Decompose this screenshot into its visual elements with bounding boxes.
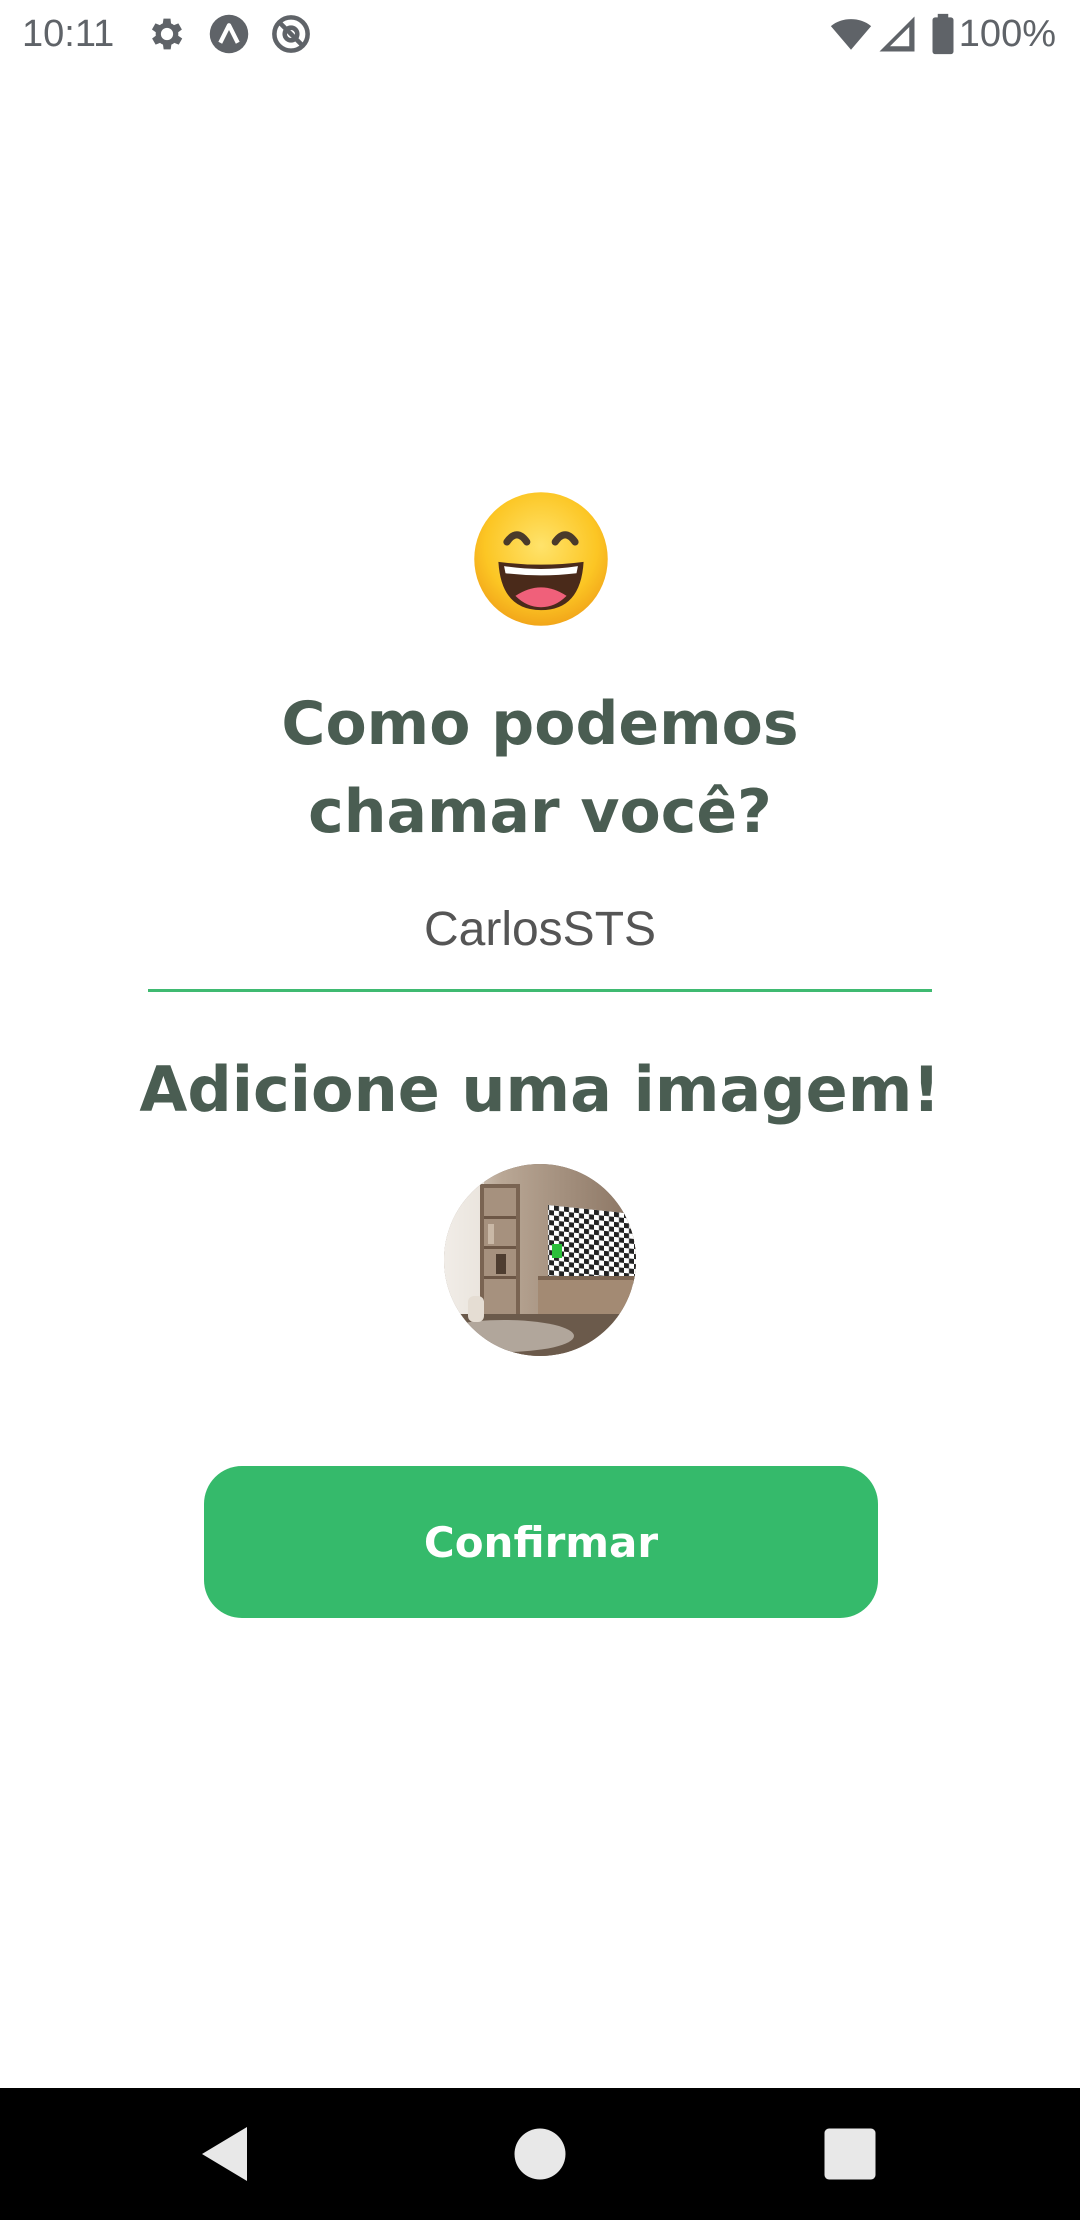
recents-icon[interactable] xyxy=(814,2118,886,2190)
home-icon[interactable] xyxy=(504,2118,576,2190)
page-title: Como podemos chamar você? xyxy=(0,680,1080,856)
battery-level: 100% xyxy=(958,13,1056,55)
confirm-button[interactable]: Confirmar xyxy=(204,1466,878,1618)
at-sign-icon xyxy=(272,15,310,53)
status-bar: 10:11 100% xyxy=(0,0,1080,68)
title-line-2: chamar você? xyxy=(308,777,772,847)
back-icon[interactable] xyxy=(190,2118,262,2190)
gear-icon xyxy=(151,18,183,50)
image-heading: Adicione uma imagem! xyxy=(139,1053,941,1126)
wifi-icon xyxy=(830,19,872,50)
grinning-face-icon xyxy=(474,492,608,626)
title-line-1: Como podemos xyxy=(281,689,799,759)
avatar-image[interactable] xyxy=(444,1164,636,1356)
expo-icon xyxy=(209,14,249,54)
navigation-bar xyxy=(0,2088,1080,2220)
status-time: 10:11 xyxy=(22,13,115,55)
room-photo xyxy=(444,1164,636,1356)
battery-icon xyxy=(932,13,954,55)
name-input[interactable] xyxy=(148,880,932,992)
signal-icon xyxy=(879,16,915,52)
